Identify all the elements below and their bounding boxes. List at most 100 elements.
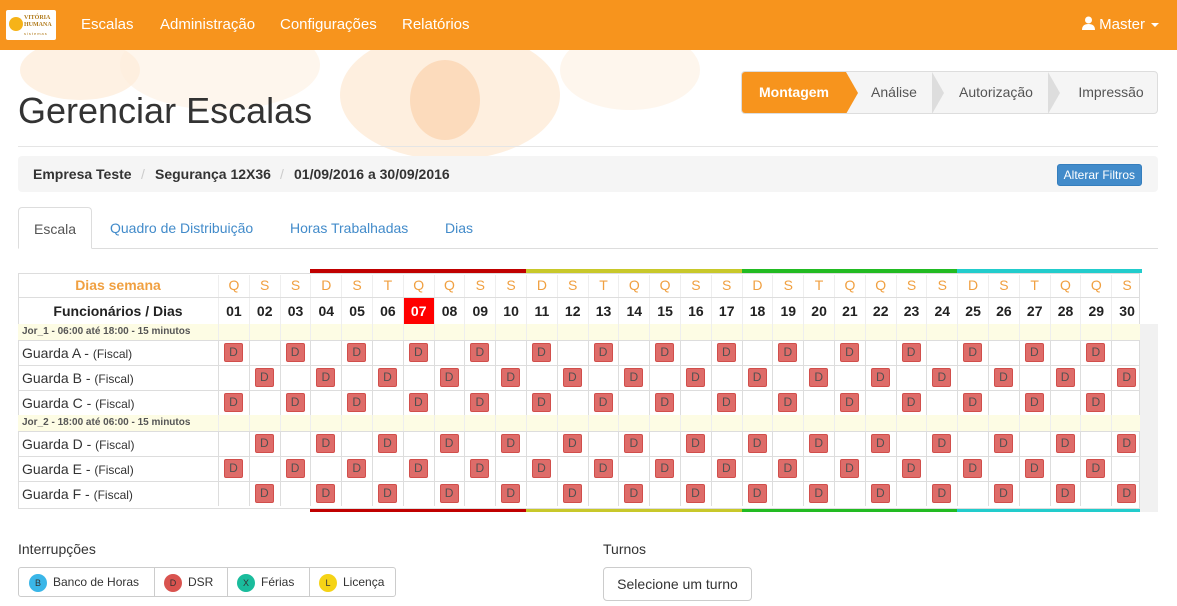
schedule-cell[interactable] bbox=[341, 431, 372, 456]
dsr-mark[interactable]: D bbox=[562, 368, 582, 387]
dsr-mark[interactable]: D bbox=[347, 343, 367, 362]
dsr-mark[interactable]: D bbox=[408, 393, 428, 412]
dsr-mark[interactable]: D bbox=[501, 484, 521, 503]
dsr-mark[interactable]: D bbox=[870, 484, 890, 503]
dsr-mark[interactable]: D bbox=[470, 343, 490, 362]
dsr-mark[interactable]: D bbox=[840, 459, 859, 478]
schedule-cell[interactable] bbox=[803, 390, 834, 415]
schedule-cell[interactable] bbox=[402, 431, 434, 456]
day-number[interactable]: 18 bbox=[741, 298, 773, 324]
nav-relatorios[interactable]: Relatórios bbox=[402, 0, 470, 50]
day-number[interactable]: 02 bbox=[248, 298, 280, 324]
day-number[interactable]: 30 bbox=[1111, 298, 1142, 324]
schedule-cell[interactable] bbox=[1080, 481, 1111, 506]
legend-item-licença[interactable]: L Licença bbox=[319, 568, 384, 596]
schedule-cell[interactable] bbox=[310, 390, 341, 415]
schedule-cell[interactable] bbox=[772, 431, 803, 456]
schedule-cell[interactable] bbox=[556, 456, 588, 481]
day-number[interactable]: 27 bbox=[1018, 298, 1050, 324]
dsr-mark[interactable]: D bbox=[778, 343, 798, 362]
schedule-cell[interactable] bbox=[895, 481, 927, 506]
schedule-cell[interactable] bbox=[279, 481, 311, 506]
dsr-mark[interactable]: D bbox=[624, 368, 644, 387]
day-number[interactable]: 23 bbox=[895, 298, 927, 324]
nav-administracao[interactable]: Administração bbox=[160, 0, 255, 50]
brand-logo[interactable]: VITÓRIA HUMANA sistemas bbox=[6, 10, 56, 40]
tab-quadro-distribuicao[interactable]: Quadro de Distribuição bbox=[95, 207, 268, 249]
dsr-mark[interactable]: D bbox=[1055, 434, 1075, 453]
schedule-cell[interactable] bbox=[957, 365, 988, 390]
dsr-mark[interactable]: D bbox=[716, 393, 736, 412]
schedule-cell[interactable] bbox=[741, 456, 773, 481]
dsr-mark[interactable]: D bbox=[378, 484, 397, 503]
dsr-mark[interactable]: D bbox=[532, 343, 551, 362]
dsr-mark[interactable]: D bbox=[532, 393, 551, 412]
dsr-mark[interactable]: D bbox=[994, 484, 1013, 503]
schedule-cell[interactable] bbox=[464, 481, 495, 506]
tab-escala[interactable]: Escala bbox=[18, 207, 93, 249]
schedule-cell[interactable] bbox=[1080, 431, 1111, 456]
schedule-cell[interactable] bbox=[710, 365, 742, 390]
dsr-mark[interactable]: D bbox=[655, 393, 675, 412]
schedule-cell[interactable] bbox=[834, 481, 865, 506]
day-number[interactable]: 20 bbox=[803, 298, 834, 324]
day-number[interactable]: 11 bbox=[526, 298, 557, 324]
dsr-mark[interactable]: D bbox=[1117, 434, 1137, 453]
dsr-mark[interactable]: D bbox=[224, 393, 243, 412]
schedule-cell[interactable] bbox=[433, 456, 465, 481]
day-number[interactable]: 04 bbox=[310, 298, 341, 324]
schedule-cell[interactable] bbox=[433, 390, 465, 415]
dsr-mark[interactable]: D bbox=[747, 368, 767, 387]
dsr-mark[interactable]: D bbox=[224, 459, 243, 478]
schedule-cell[interactable] bbox=[464, 431, 495, 456]
tab-dias[interactable]: Dias bbox=[430, 207, 488, 249]
schedule-cell[interactable] bbox=[279, 365, 311, 390]
dsr-mark[interactable]: D bbox=[532, 459, 551, 478]
day-number[interactable]: 10 bbox=[495, 298, 526, 324]
schedule-cell[interactable] bbox=[1111, 390, 1142, 415]
dsr-mark[interactable]: D bbox=[963, 459, 983, 478]
dsr-mark[interactable]: D bbox=[593, 459, 613, 478]
schedule-cell[interactable] bbox=[218, 431, 249, 456]
schedule-cell[interactable] bbox=[834, 365, 865, 390]
schedule-cell[interactable] bbox=[1111, 340, 1142, 365]
day-number[interactable]: 08 bbox=[433, 298, 465, 324]
day-number[interactable]: 06 bbox=[372, 298, 403, 324]
schedule-cell[interactable] bbox=[587, 481, 619, 506]
dsr-mark[interactable]: D bbox=[347, 459, 367, 478]
dsr-mark[interactable]: D bbox=[778, 459, 798, 478]
schedule-cell[interactable] bbox=[402, 481, 434, 506]
day-number[interactable]: 07 bbox=[402, 298, 434, 324]
schedule-cell[interactable] bbox=[279, 431, 311, 456]
day-number[interactable]: 03 bbox=[279, 298, 311, 324]
day-number[interactable]: 22 bbox=[864, 298, 896, 324]
dsr-mark[interactable]: D bbox=[870, 434, 890, 453]
dsr-mark[interactable]: D bbox=[686, 368, 705, 387]
schedule-cell[interactable] bbox=[957, 481, 988, 506]
dsr-mark[interactable]: D bbox=[655, 343, 675, 362]
dsr-mark[interactable]: D bbox=[316, 434, 336, 453]
dsr-mark[interactable]: D bbox=[624, 434, 644, 453]
schedule-cell[interactable] bbox=[926, 456, 957, 481]
schedule-cell[interactable] bbox=[957, 431, 988, 456]
nav-configuracoes[interactable]: Configurações bbox=[280, 0, 377, 50]
day-number[interactable]: 21 bbox=[834, 298, 865, 324]
dsr-mark[interactable]: D bbox=[439, 484, 459, 503]
dsr-mark[interactable]: D bbox=[1024, 459, 1044, 478]
schedule-cell[interactable] bbox=[341, 365, 372, 390]
schedule-cell[interactable] bbox=[1018, 431, 1050, 456]
dsr-mark[interactable]: D bbox=[1086, 459, 1106, 478]
schedule-cell[interactable] bbox=[649, 365, 680, 390]
dsr-mark[interactable]: D bbox=[1086, 393, 1106, 412]
step-analise[interactable]: Análise bbox=[858, 72, 930, 113]
schedule-cell[interactable] bbox=[772, 481, 803, 506]
dsr-mark[interactable]: D bbox=[840, 393, 859, 412]
schedule-cell[interactable] bbox=[1018, 481, 1050, 506]
day-number[interactable]: 13 bbox=[587, 298, 619, 324]
dsr-mark[interactable]: D bbox=[408, 343, 428, 362]
dsr-mark[interactable]: D bbox=[470, 393, 490, 412]
dsr-mark[interactable]: D bbox=[655, 459, 675, 478]
employee-name[interactable]: Guarda C - (Fiscal) bbox=[22, 395, 134, 411]
schedule-cell[interactable] bbox=[495, 390, 526, 415]
dsr-mark[interactable]: D bbox=[562, 434, 582, 453]
